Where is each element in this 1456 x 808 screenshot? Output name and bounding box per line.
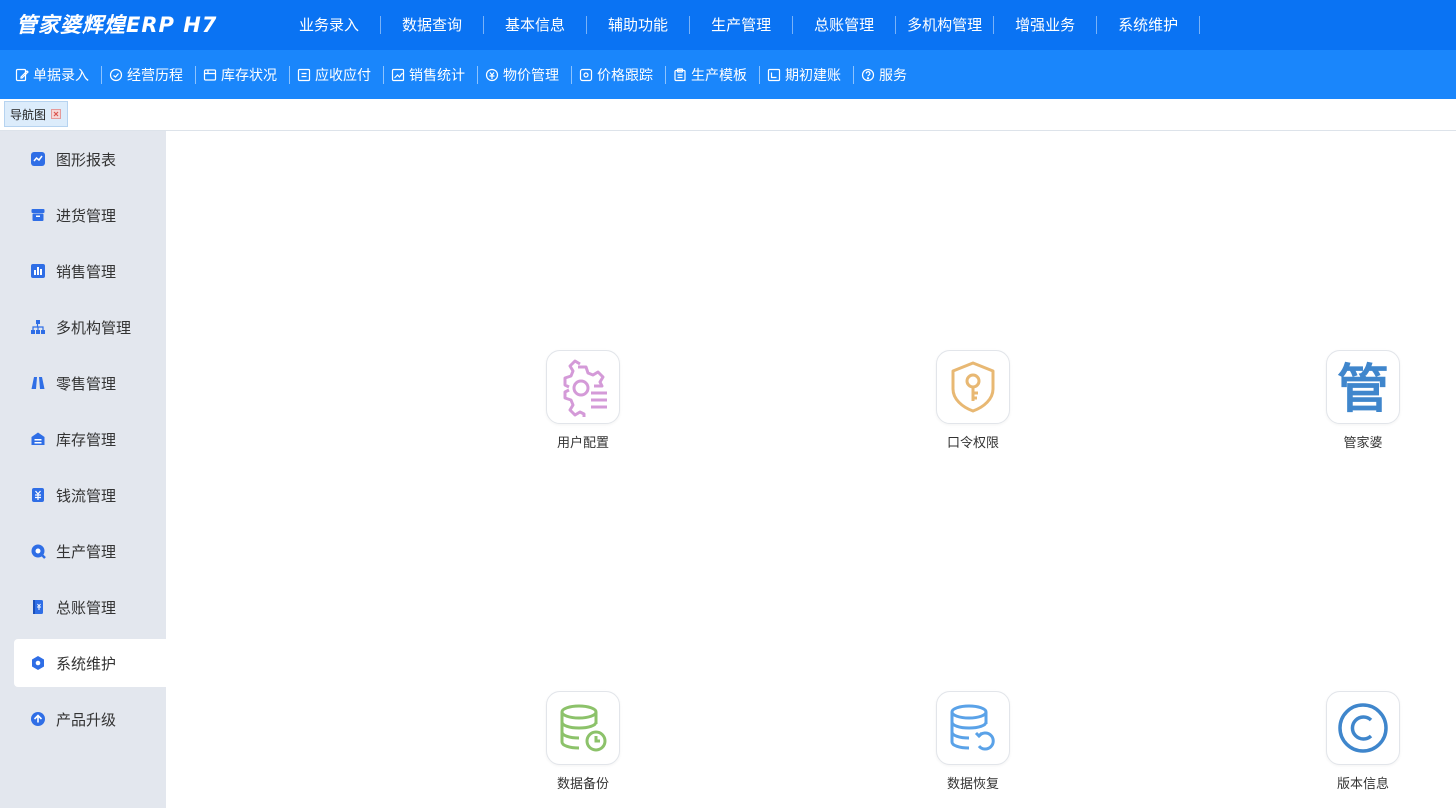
data-restore-icon <box>950 704 995 751</box>
tab-navigation-map[interactable]: 导航图 <box>4 101 69 127</box>
production-icon <box>30 543 46 559</box>
tile-password-permission[interactable]: 口令权限 <box>913 350 1033 451</box>
tile-data-backup[interactable]: 数据备份 <box>523 691 643 792</box>
tile-label: 数据恢复 <box>946 777 999 792</box>
system-icon <box>30 655 46 671</box>
menu-item-general-ledger[interactable]: 总账管理 <box>793 16 897 34</box>
app-brand: 管家婆辉煌ERP H7 <box>16 13 218 37</box>
sidebar-item-retail[interactable]: 零售管理 <box>14 359 166 407</box>
tile-user-config[interactable]: 用户配置 <box>523 350 643 451</box>
menu-item-data-query[interactable]: 数据查询 <box>381 16 485 34</box>
tile-data-restore[interactable]: 数据恢复 <box>913 691 1033 792</box>
main-menu: 业务录入 数据查询 基本信息 辅助功能 生产管理 总账管理 多机构管理 增强业务… <box>280 0 1201 50</box>
sidebar-item-multi-org[interactable]: 多机构管理 <box>14 303 166 351</box>
menu-item-enhanced[interactable]: 增强业务 <box>994 16 1098 34</box>
template-icon <box>673 67 687 82</box>
tile-label: 数据备份 <box>556 777 609 792</box>
sidebar-item-system-maintenance[interactable]: 系统维护 <box>14 639 166 687</box>
history-icon <box>109 68 123 82</box>
toolbar-document-entry[interactable]: 单据录入 <box>8 65 102 84</box>
svg-text:管: 管 <box>1337 360 1389 417</box>
tab-label: 导航图 <box>10 107 47 122</box>
sidebar-item-stock[interactable]: 库存管理 <box>14 415 166 463</box>
sidebar-item-purchase[interactable]: 进货管理 <box>14 191 166 239</box>
tile-icon-box <box>936 350 1010 424</box>
tile-icon-box <box>936 691 1010 765</box>
tile-version-info[interactable]: 版本信息 <box>1303 691 1423 792</box>
tile-label: 版本信息 <box>1336 777 1389 792</box>
opening-account-icon <box>767 68 781 82</box>
sales-icon <box>30 263 46 279</box>
password-permission-icon <box>951 361 995 413</box>
cashflow-icon <box>30 487 46 503</box>
purchase-icon <box>30 207 46 223</box>
price-icon <box>485 68 499 82</box>
tab-strip: 导航图 <box>0 99 1456 131</box>
tile-icon-box <box>1326 691 1400 765</box>
tile-label: 管家婆 <box>1343 436 1383 451</box>
brand-logo-icon: 管 <box>1337 360 1389 417</box>
toolbar-price-tracking[interactable]: 价格跟踪 <box>572 65 666 84</box>
chart-icon <box>30 151 46 167</box>
tile-brand[interactable]: 管 管家婆 <box>1303 350 1423 451</box>
sidebar-item-ledger[interactable]: 总账管理 <box>14 583 166 631</box>
sidebar-item-upgrade[interactable]: 产品升级 <box>14 695 166 743</box>
sales-chart-icon <box>391 68 405 82</box>
sidebar: 图形报表 进货管理 销售管理 多机构管理 零售管理 库存管理 钱流管理 生产管理… <box>0 131 166 808</box>
menu-item-system-maintenance[interactable]: 系统维护 <box>1097 16 1201 34</box>
top-bar: 管家婆辉煌ERP H7 业务录入 数据查询 基本信息 辅助功能 生产管理 总账管… <box>0 0 1456 50</box>
edit-doc-icon <box>15 68 29 82</box>
toolbar-opening-account[interactable]: 期初建账 <box>760 65 854 84</box>
copyright-icon <box>1338 703 1388 753</box>
inventory-icon <box>203 68 217 82</box>
price-track-icon <box>579 68 593 82</box>
org-icon <box>30 319 46 335</box>
help-icon <box>861 68 875 82</box>
user-config-icon <box>563 359 607 417</box>
tile-label: 口令权限 <box>946 436 999 451</box>
receivable-icon <box>297 68 311 82</box>
tile-label: 用户配置 <box>556 436 609 451</box>
toolbar-service[interactable]: 服务 <box>854 66 919 84</box>
tile-icon-box <box>546 350 620 424</box>
menu-item-business-entry[interactable]: 业务录入 <box>280 16 382 34</box>
close-icon[interactable] <box>51 109 62 119</box>
sidebar-item-cashflow[interactable]: 钱流管理 <box>14 471 166 519</box>
menu-item-production[interactable]: 生产管理 <box>690 16 794 34</box>
stock-icon <box>30 431 46 447</box>
toolbar-production-template[interactable]: 生产模板 <box>666 65 760 84</box>
data-backup-icon <box>560 704 607 752</box>
menu-item-basic-info[interactable]: 基本信息 <box>484 16 588 34</box>
toolbar-business-history[interactable]: 经营历程 <box>102 65 196 84</box>
toolbar-inventory-status[interactable]: 库存状况 <box>196 65 290 84</box>
upgrade-icon <box>30 711 46 727</box>
menu-item-multi-org[interactable]: 多机构管理 <box>896 16 995 34</box>
sidebar-item-production[interactable]: 生产管理 <box>14 527 166 575</box>
ledger-icon <box>30 599 46 615</box>
tile-icon-box: 管 <box>1326 350 1400 424</box>
tile-icon-box <box>546 691 620 765</box>
toolbar-receivable-payable[interactable]: 应收应付 <box>290 65 384 84</box>
menu-item-auxiliary[interactable]: 辅助功能 <box>587 16 691 34</box>
toolbar-price-management[interactable]: 物价管理 <box>478 65 572 84</box>
toolbar-sales-statistics[interactable]: 销售统计 <box>384 65 478 84</box>
sidebar-item-sales[interactable]: 销售管理 <box>14 247 166 295</box>
retail-icon <box>30 375 46 391</box>
sidebar-item-chart-reports[interactable]: 图形报表 <box>14 135 166 183</box>
quick-toolbar: 单据录入 经营历程 库存状况 应收应付 销售统计 物价管理 价格跟踪 生产模板 … <box>0 50 1456 99</box>
